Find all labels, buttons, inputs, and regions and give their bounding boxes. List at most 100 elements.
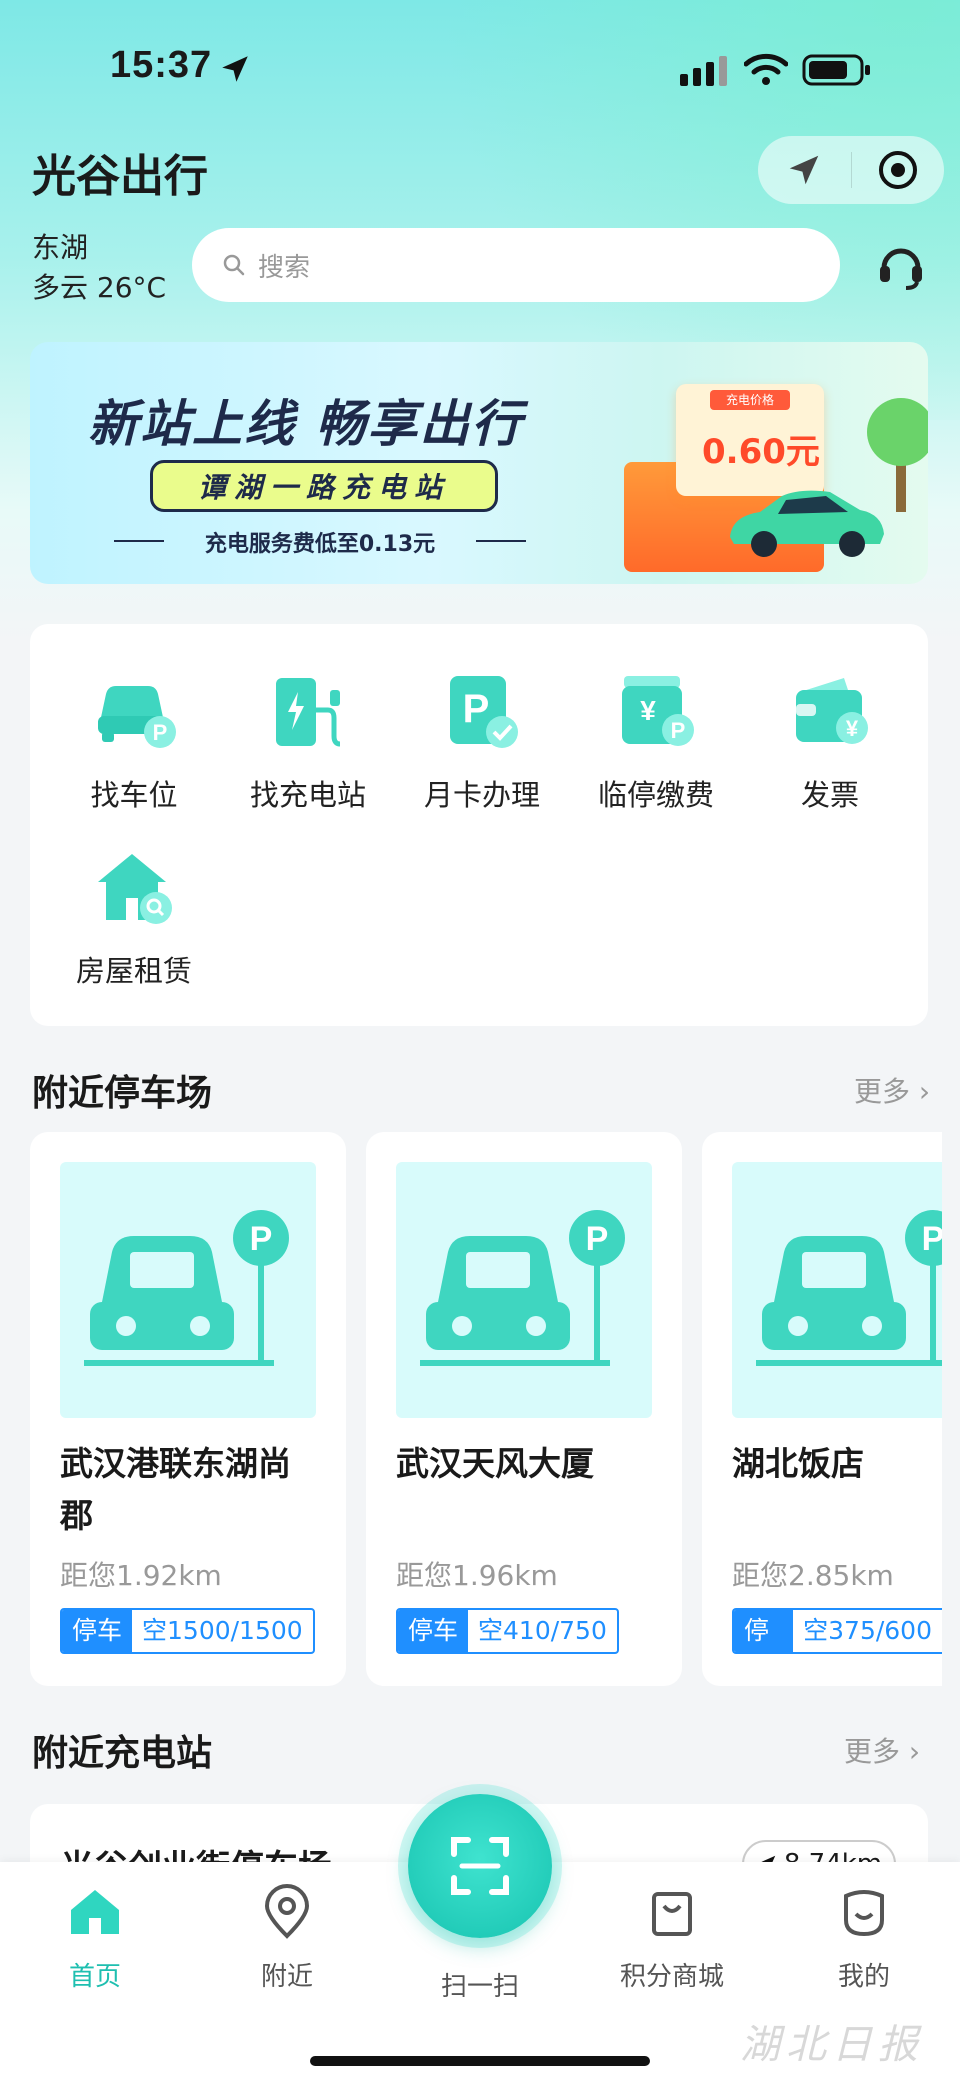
parking-name: 湖北饭店 xyxy=(732,1444,864,1483)
search-icon xyxy=(223,254,245,276)
svg-text:P: P xyxy=(671,718,686,743)
home-icon xyxy=(71,1890,119,1934)
svg-text:P: P xyxy=(922,1220,942,1258)
parking-image: P xyxy=(60,1162,316,1418)
location-pin-icon xyxy=(264,1884,310,1939)
banner-subtitle: 充电服务费低至0.13元 xyxy=(114,526,526,558)
parking-availability: 空1500/1500 xyxy=(142,1616,303,1645)
scan-button[interactable] xyxy=(408,1794,552,1938)
tab-scan-label-wrap[interactable]: 扫一扫 xyxy=(405,1956,555,2003)
service-label: 发票 xyxy=(800,778,859,812)
svg-text:P: P xyxy=(586,1220,609,1258)
banner-headline: 新站上线 畅享出行 xyxy=(88,395,524,453)
parking-card[interactable]: P 武汉天风大厦 距您1.96km 停车 空410/750 xyxy=(366,1132,682,1686)
parking-distance: 距您1.92km xyxy=(60,1559,222,1592)
parking-car-icon: P xyxy=(420,1210,625,1366)
district-label: 东湖 xyxy=(32,231,89,264)
parking-distance: 距您2.85km xyxy=(732,1559,894,1592)
service-invoice[interactable]: ¥ 发票 xyxy=(750,670,910,830)
service-find-charging[interactable]: 找充电站 xyxy=(228,670,388,830)
scan-icon xyxy=(451,1837,509,1895)
nearby-parking-title: 附近停车场 xyxy=(32,1073,213,1114)
promo-banner[interactable]: 新站上线 畅享出行 谭湖一路充电站 充电服务费低至0.13元 充电价格 0.60… xyxy=(30,342,928,584)
location-arrow-icon xyxy=(222,56,248,82)
target-circle-icon xyxy=(878,151,917,189)
home-indicator xyxy=(310,2056,650,2066)
status-bar: 15:37 xyxy=(0,0,960,140)
parking-availability-badge: 停车 空410/750 xyxy=(396,1608,619,1654)
close-miniapp-button[interactable] xyxy=(852,136,945,204)
app-title: 光谷出行 xyxy=(32,151,208,202)
service-label: 房屋租赁 xyxy=(75,954,192,988)
svg-text:P: P xyxy=(463,687,490,731)
parking-availability: 空375/600 xyxy=(803,1616,932,1645)
parking-car-icon: P xyxy=(84,1210,289,1366)
status-time: 15:37 xyxy=(110,44,213,86)
parking-name: 武汉港联东湖尚郡 xyxy=(60,1444,291,1535)
nearby-charging-more-link[interactable]: 更多 › xyxy=(844,1730,920,1770)
parking-car-icon: P xyxy=(756,1210,942,1366)
service-grid: P 找车位 找充电站 P 月卡办理 ¥ P 临停缴费 ¥ 发票 房屋租赁 xyxy=(30,624,928,1026)
parking-card[interactable]: P 湖北饭店 距您2.85km 停车 空375/600 xyxy=(702,1132,942,1686)
service-label: 找车位 xyxy=(90,778,178,812)
tab-home[interactable]: 首页 xyxy=(20,1882,170,1993)
svg-text:P: P xyxy=(250,1220,273,1258)
wifi-icon xyxy=(744,53,788,85)
weather-widget[interactable]: 东湖 多云 26°C xyxy=(32,228,166,308)
tab-label: 积分商城 xyxy=(619,1962,724,1992)
chevron-right-icon: › xyxy=(908,1735,921,1768)
tab-nearby[interactable]: 附近 xyxy=(212,1882,362,1993)
more-label: 更多 xyxy=(854,1075,911,1108)
chevron-right-icon: › xyxy=(918,1075,931,1108)
tab-label: 首页 xyxy=(68,1962,121,1992)
invoice-wallet-icon: ¥ xyxy=(796,678,868,744)
car-parking-icon: P xyxy=(98,686,176,748)
service-parking-payment[interactable]: ¥ P 临停缴费 xyxy=(576,670,736,830)
parking-image: P xyxy=(732,1162,942,1418)
miniapp-capsule xyxy=(758,136,944,204)
customer-service-icon[interactable] xyxy=(876,240,926,292)
watermark: 湖北日报 xyxy=(740,2022,924,2068)
parking-tag: 停车 xyxy=(734,1610,794,1652)
car-illustration xyxy=(730,490,884,557)
service-monthly-card[interactable]: P 月卡办理 xyxy=(402,670,562,830)
battery-icon xyxy=(802,54,870,86)
cellular-signal-icon xyxy=(680,56,727,86)
weather-condition: 多云 26°C xyxy=(32,271,167,304)
service-house-rental[interactable]: 房屋租赁 xyxy=(54,846,214,1006)
shopping-bag-icon xyxy=(652,1892,692,1936)
tab-label: 我的 xyxy=(837,1962,890,1992)
navigation-arrow-icon xyxy=(790,155,819,185)
service-label: 月卡办理 xyxy=(423,778,540,812)
service-label: 临停缴费 xyxy=(597,778,714,812)
parking-distance: 距您1.96km xyxy=(396,1559,558,1592)
charging-station-icon xyxy=(276,678,341,747)
profile-icon xyxy=(844,1890,884,1937)
tab-profile[interactable]: 我的 xyxy=(789,1882,939,1993)
tab-label: 附近 xyxy=(260,1962,313,1992)
svg-text:P: P xyxy=(153,720,168,745)
location-share-button[interactable] xyxy=(758,136,851,204)
parking-availability-badge: 停车 空375/600 xyxy=(732,1608,942,1654)
search-placeholder: 搜索 xyxy=(258,252,311,283)
tab-points-mall[interactable]: 积分商城 xyxy=(597,1882,747,1993)
svg-text:¥: ¥ xyxy=(846,716,859,741)
parking-tag: 停车 xyxy=(62,1610,133,1652)
parking-image: P xyxy=(396,1162,652,1418)
more-label: 更多 xyxy=(844,1735,901,1768)
parking-card[interactable]: P 武汉港联东湖尚郡 距您1.92km 停车 空1500/1500 xyxy=(30,1132,346,1686)
price-value: 0.60元 xyxy=(702,432,820,472)
service-find-parking[interactable]: P 找车位 xyxy=(54,670,214,830)
banner-station-name: 谭湖一路充电站 xyxy=(150,460,498,512)
svg-text:¥: ¥ xyxy=(640,695,656,726)
parking-tag: 停车 xyxy=(398,1610,469,1652)
price-tag-label: 充电价格 xyxy=(710,390,790,410)
parking-availability-badge: 停车 空1500/1500 xyxy=(60,1608,315,1654)
nearby-charging-title: 附近充电站 xyxy=(32,1733,213,1774)
parking-availability: 空410/750 xyxy=(478,1616,607,1645)
search-input[interactable]: 搜索 xyxy=(192,228,840,302)
nearby-parking-more-link[interactable]: 更多 › xyxy=(854,1070,930,1110)
tab-label: 扫一扫 xyxy=(440,1972,519,2002)
monthly-card-icon: P xyxy=(450,676,518,748)
parking-payment-icon: ¥ P xyxy=(622,676,694,746)
